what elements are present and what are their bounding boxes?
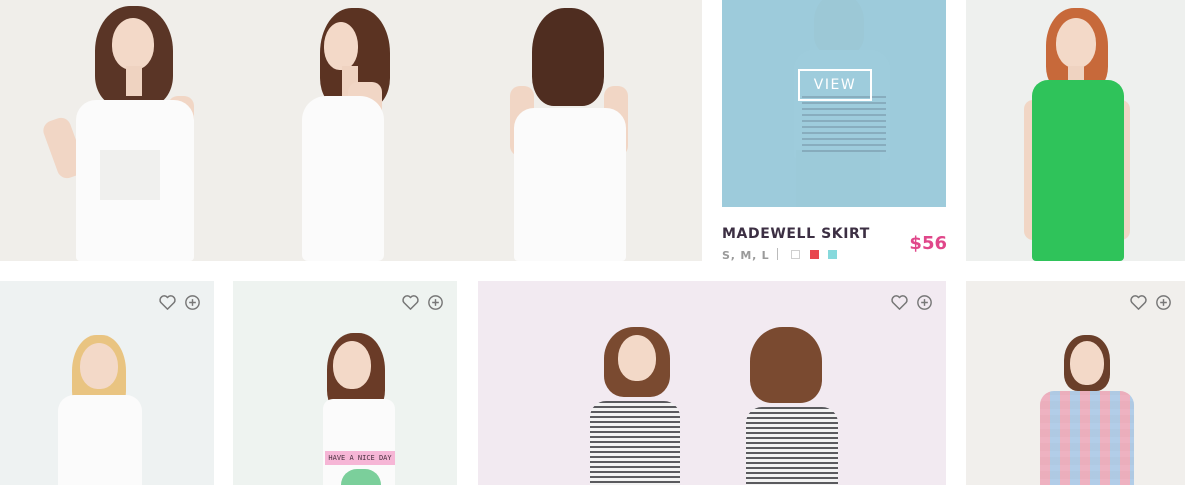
product-photo-back bbox=[510, 0, 640, 261]
product-price: $56 bbox=[909, 233, 947, 254]
swatch-aqua[interactable] bbox=[828, 250, 837, 259]
heart-icon[interactable] bbox=[158, 293, 177, 312]
heart-icon[interactable] bbox=[401, 293, 420, 312]
heart-icon[interactable] bbox=[890, 293, 909, 312]
product-photo-front bbox=[40, 0, 220, 261]
product-name[interactable]: MADEWELL SKIRT bbox=[722, 226, 870, 242]
view-button[interactable]: VIEW bbox=[798, 69, 872, 101]
tank-print: HAVE A NICE DAY bbox=[325, 451, 395, 465]
plus-circle-icon[interactable] bbox=[915, 293, 934, 312]
striped-top bbox=[802, 96, 886, 152]
product-tile-graphic-tank[interactable]: HAVE A NICE DAY bbox=[233, 281, 457, 485]
product-sizes: S, M, L bbox=[722, 249, 770, 262]
plus-circle-icon[interactable] bbox=[183, 293, 202, 312]
product-tile-green-dress[interactable] bbox=[966, 0, 1185, 261]
product-tile-white-dress[interactable] bbox=[0, 0, 702, 261]
product-tile-white-top[interactable] bbox=[0, 281, 214, 485]
plus-circle-icon[interactable] bbox=[426, 293, 445, 312]
heart-icon[interactable] bbox=[1129, 293, 1148, 312]
swatch-white[interactable] bbox=[791, 250, 800, 259]
product-tile-plaid-shirt[interactable] bbox=[966, 281, 1185, 485]
plus-circle-icon[interactable] bbox=[1154, 293, 1173, 312]
featured-product-image[interactable]: VIEW bbox=[722, 0, 946, 207]
divider bbox=[777, 248, 778, 260]
product-photo-side bbox=[290, 0, 430, 261]
swatch-red[interactable] bbox=[810, 250, 819, 259]
product-tile-striped-top[interactable] bbox=[478, 281, 946, 485]
